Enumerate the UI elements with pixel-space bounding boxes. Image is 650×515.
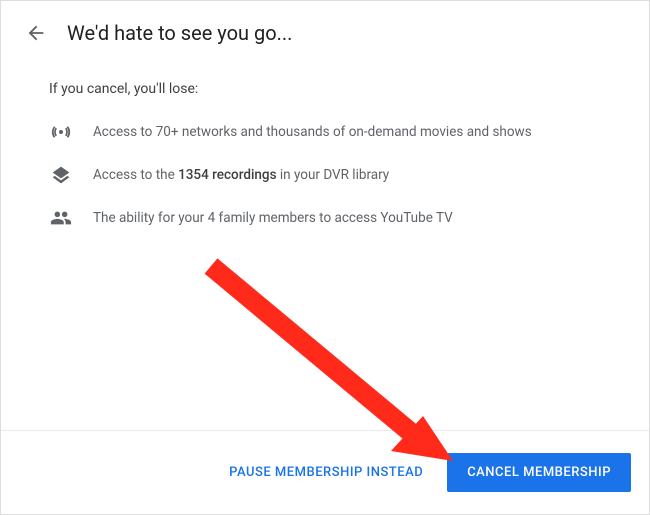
- benefit-row-recordings: Access to the 1354 recordings in your DV…: [49, 165, 601, 185]
- dialog-header: We'd hate to see you go...: [1, 1, 649, 57]
- benefit-text-networks: Access to 70+ networks and thousands of …: [93, 123, 532, 142]
- broadcast-icon: [49, 121, 73, 143]
- pause-membership-button[interactable]: PAUSE MEMBERSHIP INSTEAD: [215, 455, 437, 490]
- layers-icon: [49, 165, 73, 185]
- back-arrow-icon[interactable]: [25, 22, 47, 44]
- dialog-footer: PAUSE MEMBERSHIP INSTEAD CANCEL MEMBERSH…: [1, 430, 649, 514]
- benefit-text-family: The ability for your 4 family members to…: [93, 209, 453, 228]
- cancel-membership-button[interactable]: CANCEL MEMBERSHIP: [447, 453, 631, 492]
- people-icon: [49, 207, 73, 229]
- benefit-text-recordings: Access to the 1354 recordings in your DV…: [93, 166, 389, 185]
- subtitle: If you cancel, you'll lose:: [49, 81, 601, 97]
- page-title: We'd hate to see you go...: [67, 21, 292, 45]
- dialog-content: If you cancel, you'll lose: Access to 70…: [1, 57, 649, 229]
- benefit-row-family: The ability for your 4 family members to…: [49, 207, 601, 229]
- benefit-row-networks: Access to 70+ networks and thousands of …: [49, 121, 601, 143]
